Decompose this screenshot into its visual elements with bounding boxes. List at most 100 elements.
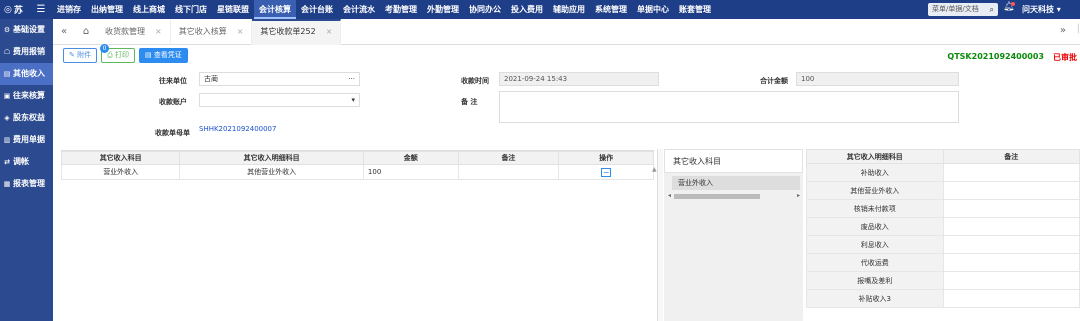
menu-icon[interactable]: ☰ <box>30 4 52 15</box>
tab-label: 其它收款单252 <box>260 26 316 36</box>
tabs-back-icon[interactable]: « <box>53 26 75 37</box>
table-row[interactable]: 代收运费 <box>806 253 1080 272</box>
time-field[interactable]: 2021-09-24 15:43 <box>499 72 659 86</box>
cell-detail-note[interactable] <box>942 289 1080 308</box>
sidebar-item[interactable]: ▦ 报表管理 <box>0 173 53 195</box>
tab[interactable]: 其它收款单252 × <box>252 18 342 45</box>
view-voucher-button[interactable]: ▤ 查看凭证 <box>138 48 188 63</box>
close-icon[interactable]: × <box>237 19 244 45</box>
close-icon[interactable]: × <box>155 19 162 45</box>
topnav-item[interactable]: 线下门店 <box>170 0 212 19</box>
topnav-item[interactable]: 系统管理 <box>590 0 632 19</box>
table-row[interactable]: 利息收入 <box>806 235 1080 254</box>
topnav-item[interactable]: 单据中心 <box>632 0 674 19</box>
cell-note[interactable] <box>457 164 560 180</box>
income-detail-grid: 其它收入科目 其它收入明细科目 金额 备注 操作 营业外收入 其他营业外收入 1… <box>60 150 654 321</box>
topnav-item[interactable]: 出纳管理 <box>86 0 128 19</box>
topnav-item[interactable]: 会计台账 <box>296 0 338 19</box>
topnav-item[interactable]: 会计核算 <box>254 0 296 19</box>
cell-detail-subject[interactable]: 核销未付款项 <box>806 199 944 218</box>
cell-detail-note[interactable] <box>942 217 1080 236</box>
cell-detail[interactable]: 其他营业外收入 <box>179 164 364 180</box>
cell-detail-subject[interactable]: 废品收入 <box>806 217 944 236</box>
topnav-item[interactable]: 线上商城 <box>128 0 170 19</box>
cell-detail-subject[interactable]: 报嘴及差利 <box>806 271 944 290</box>
scroll-up-icon[interactable]: ▲ <box>652 166 657 173</box>
sidebar-item[interactable]: ⚙ 基础设置 <box>0 19 53 41</box>
app-logo[interactable]: ◎ 苏 <box>0 3 30 17</box>
picker-item[interactable]: 营业外收入 <box>672 176 800 190</box>
topnav-item[interactable]: 账套管理 <box>674 0 716 19</box>
cell-detail-note[interactable] <box>942 181 1080 200</box>
more-icon[interactable]: ··· <box>348 73 355 85</box>
tab-label: 收货款管理 <box>105 26 145 36</box>
tab[interactable]: 收货款管理 × <box>97 18 171 45</box>
cell-detail-subject[interactable]: 利息收入 <box>806 235 944 254</box>
home-icon[interactable]: ⌂ <box>75 26 97 37</box>
sidebar-item[interactable]: ⇄ 调帐 <box>0 151 53 173</box>
picker-scrollbar[interactable]: ◂ ▸ <box>666 192 802 199</box>
cell-detail-subject[interactable]: 补助收入 <box>806 163 944 182</box>
document-icon: ▥ <box>3 136 11 144</box>
sidebar-item-label: 其他收入 <box>13 69 45 78</box>
cell-detail-note[interactable] <box>942 271 1080 290</box>
search-input[interactable]: 菜单/单据/文档 ⌕ <box>928 3 998 16</box>
topnav-item[interactable]: 星链联盟 <box>212 0 254 19</box>
table-row[interactable]: 补助收入 <box>806 163 1080 182</box>
collapse-icon[interactable]: | <box>1077 23 1080 34</box>
table-row[interactable]: 营业外收入 其他营业外收入 100 − <box>60 164 654 180</box>
gear-icon: ⚙ <box>3 26 11 34</box>
printer-icon: ⎙ <box>107 51 113 59</box>
table-row[interactable]: 报嘴及差利 <box>806 271 1080 290</box>
table-row[interactable]: 废品收入 <box>806 217 1080 236</box>
tab-bar: « ⌂ 收货款管理 × 其它收入核算 × 其它收款单252 × » | <box>53 18 1080 45</box>
topnav-item[interactable]: 协同办公 <box>464 0 506 19</box>
scroll-thumb[interactable] <box>674 194 760 199</box>
unit-label: 往来单位 <box>159 77 187 85</box>
cell-detail-subject[interactable]: 其他营业外收入 <box>806 181 944 200</box>
cell-detail-subject[interactable]: 补贴收入3 <box>806 289 944 308</box>
cell-amount[interactable]: 100 <box>362 164 459 180</box>
topnav-item[interactable]: 进销存 <box>52 0 86 19</box>
unit-field[interactable]: 古蔺 ··· <box>199 72 360 86</box>
print-label: 打印 <box>114 51 129 59</box>
sidebar-item[interactable]: ☖ 费用报销 <box>0 41 53 63</box>
topnav-item[interactable]: 会计流水 <box>338 0 380 19</box>
cell-detail-note[interactable] <box>942 235 1080 254</box>
scroll-left-icon[interactable]: ◂ <box>668 192 671 199</box>
table-row[interactable]: 补贴收入3 <box>806 289 1080 308</box>
topnav-item[interactable]: 投入费用 <box>506 0 548 19</box>
table-row[interactable]: 其他营业外收入 <box>806 181 1080 200</box>
topnav-item[interactable]: 外勤管理 <box>422 0 464 19</box>
sidebar-item[interactable]: ▣ 往来核算 <box>0 85 53 107</box>
sidebar-item[interactable]: ◈ 股东权益 <box>0 107 53 129</box>
col-detail-subject: 其它收入明细科目 <box>806 149 944 164</box>
account-select[interactable]: ▾ <box>199 93 360 107</box>
memo-textarea[interactable] <box>499 91 959 123</box>
cell-detail-subject[interactable]: 代收运费 <box>806 253 944 272</box>
splitter[interactable] <box>657 149 663 321</box>
close-icon[interactable]: × <box>326 21 333 45</box>
cell-subject[interactable]: 营业外收入 <box>60 164 181 180</box>
remove-row-button[interactable]: − <box>601 167 612 177</box>
cell-detail-note[interactable] <box>942 163 1080 182</box>
tab[interactable]: 其它收入核算 × <box>171 18 253 45</box>
cell-detail-note[interactable] <box>942 253 1080 272</box>
chevron-down-icon: ▾ <box>351 96 355 104</box>
tabs-forward-icon[interactable]: » <box>1060 25 1066 36</box>
sidebar-item[interactable]: ▥ 费用单据 <box>0 129 53 151</box>
attach-label: 附件 <box>77 51 92 59</box>
sidebar-item-label: 报表管理 <box>13 179 45 188</box>
cell-detail-note[interactable] <box>942 199 1080 218</box>
topnav-item[interactable]: 考勤管理 <box>380 0 422 19</box>
cell-op: − <box>558 164 654 180</box>
table-row[interactable]: 核销未付款项 <box>806 199 1080 218</box>
topnav-item[interactable]: 辅助应用 <box>548 0 590 19</box>
company-switcher[interactable]: 问天科技 ▾ <box>1022 0 1061 19</box>
source-document-link[interactable]: SHHK2021092400007 <box>199 125 276 133</box>
sidebar-item[interactable]: ▤ 其他收入 <box>0 63 53 85</box>
attach-button[interactable]: ✎ 附件 <box>63 48 98 63</box>
search-icon[interactable]: ⌕ <box>990 3 994 16</box>
scroll-right-icon[interactable]: ▸ <box>797 192 800 199</box>
col-op: 操作 <box>558 151 654 165</box>
